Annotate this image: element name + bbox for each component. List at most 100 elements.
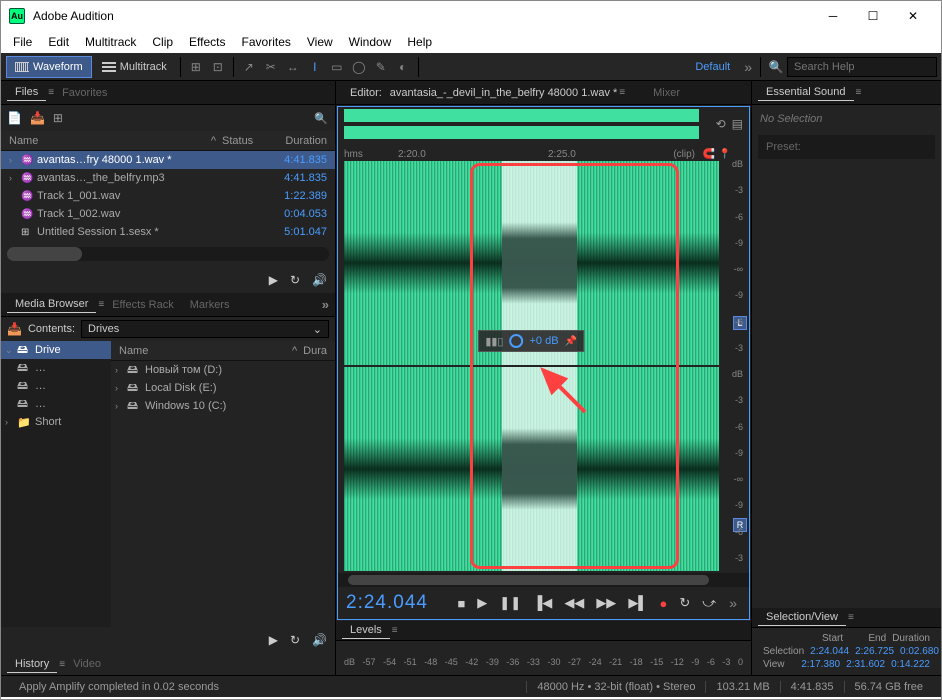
drive-item[interactable]: ›📁 Short [1,413,111,431]
brush-tool-icon[interactable]: ✎ [373,59,389,75]
menu-edit[interactable]: Edit [40,35,77,49]
folder-row[interactable]: ›🖴 Local Disk (E:) [111,379,335,397]
sv-selection-end[interactable]: 2:26.725 [852,645,897,658]
transport-expand-icon[interactable]: » [725,595,741,611]
sv-view-duration[interactable]: 0:14.222 [888,658,933,671]
razor-tool-icon[interactable]: ✂ [263,59,279,75]
waveform-display[interactable]: L R ▮▮▯ +0 dB 📌 [338,159,749,573]
preview-loop-icon[interactable]: ↻ [290,273,300,287]
workspace-expand-icon[interactable]: » [740,59,756,75]
slip-tool-icon[interactable]: ↔ [285,59,301,75]
collapse-icon[interactable]: » [322,297,329,312]
minimize-button[interactable]: ─ [813,2,853,30]
mb-loop-icon[interactable]: ↻ [290,633,300,647]
spectral-freq-icon[interactable]: ⊞ [188,59,204,75]
levels-menu-icon[interactable]: ≡ [392,625,398,636]
tab-levels[interactable]: Levels [342,622,390,639]
workspace-selector[interactable]: Default [685,61,740,73]
loop-button[interactable]: ↻ [676,595,693,611]
lasso-tool-icon[interactable]: ◯ [351,59,367,75]
file-row[interactable]: ♒ Track 1_002.wav 0:04.053 [1,205,335,223]
col-duration[interactable]: Dura [303,345,327,357]
rewind-button[interactable]: ◀◀ [561,595,587,611]
new-file-icon[interactable]: ⊞ [53,111,63,125]
spot-heal-icon[interactable]: ◐ [395,59,411,75]
col-name[interactable]: Name [119,345,292,357]
files-scrollbar[interactable] [7,247,329,261]
mb-autoplay-icon[interactable]: 🔊 [312,633,327,647]
tab-files[interactable]: Files [7,84,46,101]
drive-item[interactable]: 🖴… [1,359,111,377]
sv-selection-duration[interactable]: 0:02.680 [897,645,941,658]
record-button[interactable]: ● [657,596,671,611]
tab-markers[interactable]: Markers [182,297,238,313]
maximize-button[interactable]: ☐ [853,2,893,30]
up-folder-icon[interactable]: 📥 [7,322,22,336]
tab-favorites[interactable]: Favorites [54,85,115,101]
skip-selection-button[interactable]: ⤻ [699,595,719,611]
file-row[interactable]: ⊞ Untitled Session 1.sesx * 5:01.047 [1,223,335,241]
hud-pin-icon[interactable]: 📌 [565,336,577,347]
menu-window[interactable]: Window [341,35,400,49]
tab-video[interactable]: Video [65,656,109,672]
menu-help[interactable]: Help [399,35,440,49]
col-duration[interactable]: Duration [262,135,327,147]
sv-view-end[interactable]: 2:31.602 [843,658,888,671]
col-name[interactable]: Name [9,135,211,147]
forward-button[interactable]: ▶▶ [593,595,619,611]
menu-view[interactable]: View [299,35,341,49]
sv-selection-start[interactable]: 2:24.044 [807,645,852,658]
time-selection-icon[interactable]: I [307,59,323,75]
drive-item[interactable]: ⌄🖴 Drive [1,341,111,359]
contents-dropdown[interactable]: Drives ⌄ [81,320,329,338]
multitrack-mode-button[interactable]: Multitrack [94,56,175,78]
tab-selection-view[interactable]: Selection/View [758,609,846,626]
help-search-input[interactable] [787,57,937,77]
tab-history[interactable]: History [7,656,57,673]
right-channel[interactable] [344,367,719,571]
tab-media-browser[interactable]: Media Browser [7,296,96,313]
tab-effects-rack[interactable]: Effects Rack [104,297,182,313]
preview-autoplay-icon[interactable]: 🔊 [312,273,327,287]
sv-menu-icon[interactable]: ≡ [848,612,854,623]
zoom-out-icon[interactable]: ⟲ [716,117,726,131]
next-button[interactable]: ▶▌ [625,595,650,611]
menu-clip[interactable]: Clip [144,35,181,49]
menu-effects[interactable]: Effects [181,35,233,49]
col-status[interactable]: Status [222,135,262,147]
timecode-display[interactable]: 2:24.044 [346,592,448,614]
sv-view-start[interactable]: 2:17.380 [798,658,843,671]
zoom-full-icon[interactable]: ▤ [732,117,743,131]
filter-icon[interactable]: 🔍 [313,110,329,126]
file-row[interactable]: ›♒ avantas…_the_belfry.mp3 4:41.835 [1,169,335,187]
horiz-scrollbar[interactable] [338,573,749,587]
file-row[interactable]: ›♒ avantas…fry 48000 1.wav * 4:41.835 [1,151,335,169]
mb-play-icon[interactable]: ▶ [269,633,278,647]
tab-essential-sound[interactable]: Essential Sound [758,84,854,101]
stop-button[interactable]: ■ [454,596,468,611]
import-icon[interactable]: 📥 [30,111,45,125]
tab-mixer[interactable]: Mixer [645,85,688,101]
amplify-knob[interactable] [509,334,523,348]
play-button[interactable]: ▶ [474,595,490,611]
menu-file[interactable]: File [5,35,40,49]
prev-button[interactable]: ▐◀ [530,595,555,611]
file-row[interactable]: ♒ Track 1_001.wav 1:22.389 [1,187,335,205]
volume-hud[interactable]: ▮▮▯ +0 dB 📌 [478,330,584,352]
amplify-value[interactable]: +0 dB [529,335,558,347]
marquee-tool-icon[interactable]: ▭ [329,59,345,75]
waveform-mode-button[interactable]: Waveform [6,56,92,78]
editor-menu-icon[interactable]: ≡ [619,87,625,98]
move-tool-icon[interactable]: ↗ [241,59,257,75]
menu-favorites[interactable]: Favorites [234,35,299,49]
spectral-pitch-icon[interactable]: ⊡ [210,59,226,75]
drive-item[interactable]: 🖴… [1,395,111,413]
drive-item[interactable]: 🖴… [1,377,111,395]
open-file-icon[interactable]: 📄 [7,111,22,125]
pause-button[interactable]: ❚❚ [496,595,524,611]
close-button[interactable]: ✕ [893,2,933,30]
es-menu-icon[interactable]: ≡ [856,87,862,98]
folder-row[interactable]: ›🖴 Новый том (D:) [111,361,335,379]
folder-row[interactable]: ›🖴 Windows 10 (C:) [111,397,335,415]
preview-play-icon[interactable]: ▶ [269,273,278,287]
